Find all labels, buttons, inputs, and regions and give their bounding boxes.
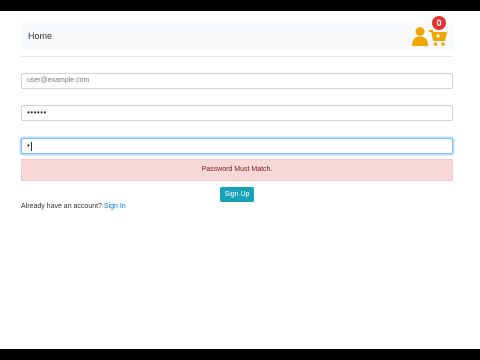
email-placeholder: user@example.com [27, 77, 90, 84]
text-caret [31, 141, 33, 151]
signin-prompt-row: Already have an account? Sign In [21, 203, 126, 210]
video-letterbox-top [0, 0, 480, 11]
nav-home-link[interactable]: Home [28, 31, 52, 41]
email-field[interactable]: user@example.com [21, 73, 453, 89]
user-icon[interactable] [412, 26, 428, 46]
password-mismatch-alert: Password Must Match. [21, 159, 453, 181]
signin-prompt-text: Already have an account? [21, 203, 102, 210]
confirm-password-field[interactable]: • [21, 138, 453, 154]
divider [21, 56, 453, 57]
navbar: Home [21, 23, 453, 50]
password-value: •••••• [27, 108, 47, 117]
confirm-password-value: • [27, 141, 31, 150]
password-field[interactable]: •••••• [21, 105, 453, 121]
sign-in-link[interactable]: Sign In [104, 203, 126, 210]
sign-up-button[interactable]: Sign Up [220, 187, 254, 202]
video-letterbox-bottom [0, 349, 480, 360]
cart-count-badge: 0 [432, 16, 446, 30]
shopping-cart-icon[interactable] [428, 27, 448, 47]
